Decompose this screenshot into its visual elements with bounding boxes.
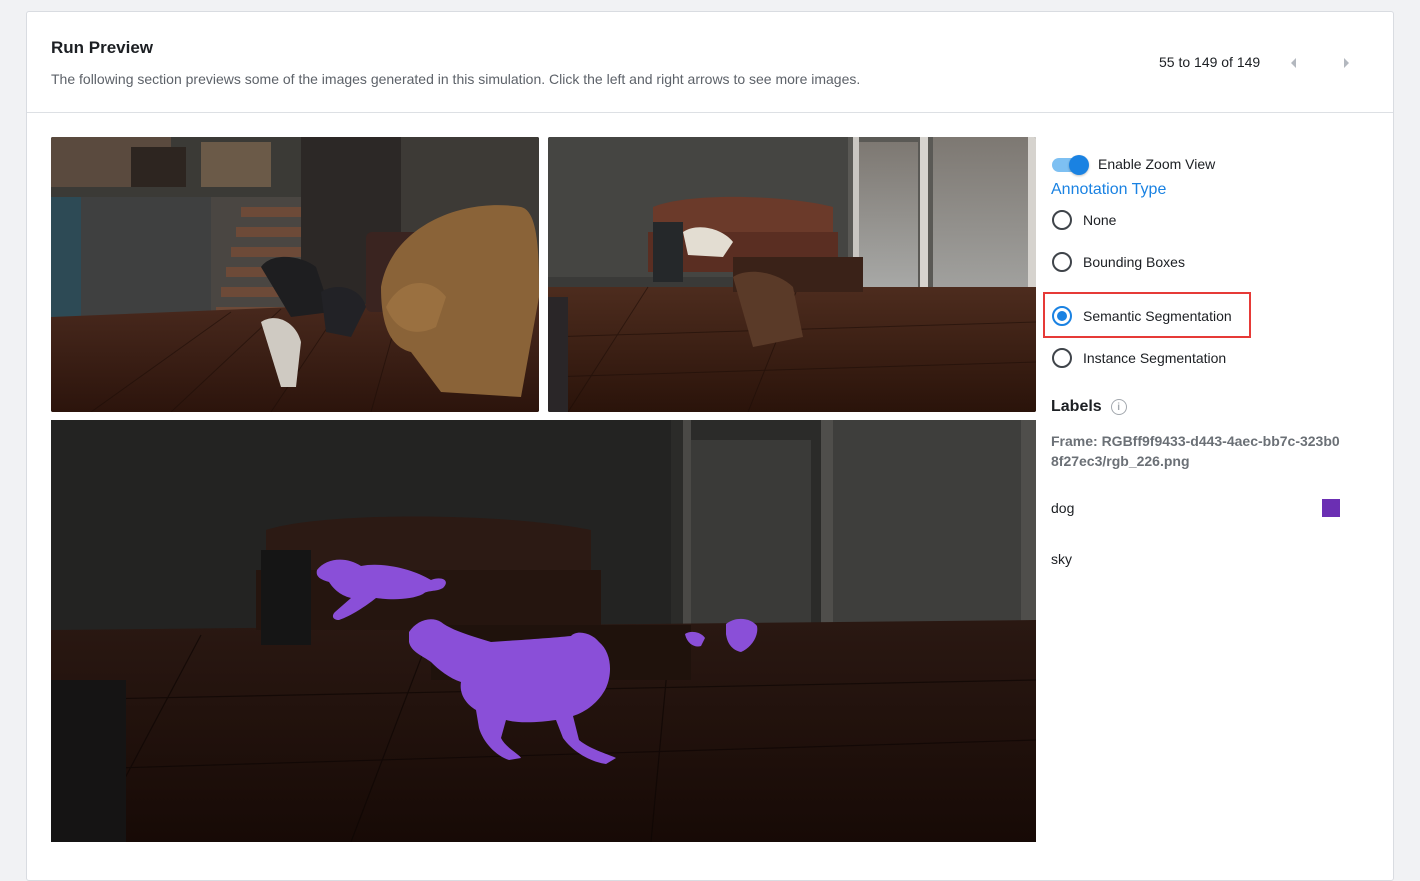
page-subtitle: The following section previews some of t… — [51, 71, 861, 87]
next-page-button[interactable] — [1335, 52, 1357, 74]
legend-label: dog — [1051, 500, 1075, 516]
segmentation-overlay — [51, 420, 1036, 842]
radio-option-semantic-segmentation[interactable]: Semantic Segmentation — [1052, 304, 1232, 328]
radio-button[interactable] — [1052, 252, 1072, 272]
zoom-view-image[interactable] — [51, 420, 1036, 842]
page-title: Run Preview — [51, 38, 154, 57]
annotation-controls: Enable Zoom View Annotation Type None Bo… — [1043, 137, 1371, 597]
frame-filename: Frame: RGBff9f9433-d443-4aec-bb7c-323b08… — [1051, 433, 1340, 469]
radio-option-none[interactable]: None — [1052, 208, 1116, 232]
toggle-knob — [1069, 155, 1089, 175]
prev-page-button[interactable] — [1283, 52, 1305, 74]
caret-right-icon — [1344, 58, 1349, 68]
preview-image — [548, 137, 1036, 412]
preview-thumbnail[interactable] — [51, 137, 539, 412]
labels-header: Labels i — [1051, 398, 1127, 416]
run-preview-card: Run Preview The following section previe… — [26, 11, 1394, 881]
radio-label: Bounding Boxes — [1083, 254, 1185, 270]
annotation-type-title: Annotation Type — [1051, 181, 1167, 198]
caret-left-icon — [1291, 58, 1296, 68]
legend-label: sky — [1051, 551, 1072, 567]
preview-thumbnail[interactable] — [548, 137, 1036, 412]
radio-label: Instance Segmentation — [1083, 350, 1227, 366]
radio-label: Semantic Segmentation — [1083, 308, 1232, 324]
legend-swatch — [1322, 499, 1340, 517]
radio-button[interactable] — [1052, 348, 1072, 368]
radio-button[interactable] — [1052, 210, 1072, 230]
radio-option-bounding-boxes[interactable]: Bounding Boxes — [1052, 250, 1185, 274]
card-header: Run Preview The following section previe… — [27, 12, 1393, 113]
radio-option-instance-segmentation[interactable]: Instance Segmentation — [1052, 346, 1226, 370]
zoom-toggle-row[interactable]: Enable Zoom View — [1051, 153, 1215, 175]
labels-title: Labels — [1051, 398, 1102, 415]
info-icon[interactable]: i — [1110, 399, 1127, 415]
zoom-toggle[interactable] — [1051, 155, 1089, 175]
pager-text: 55 to 149 of 149 — [1159, 54, 1261, 70]
legend-item-dog: dog — [1051, 498, 1351, 518]
radio-label: None — [1083, 212, 1117, 228]
zoom-toggle-label: Enable Zoom View — [1098, 156, 1216, 172]
radio-button-selected[interactable] — [1052, 306, 1072, 326]
legend-item-sky: sky — [1051, 549, 1351, 569]
preview-image — [51, 137, 539, 412]
